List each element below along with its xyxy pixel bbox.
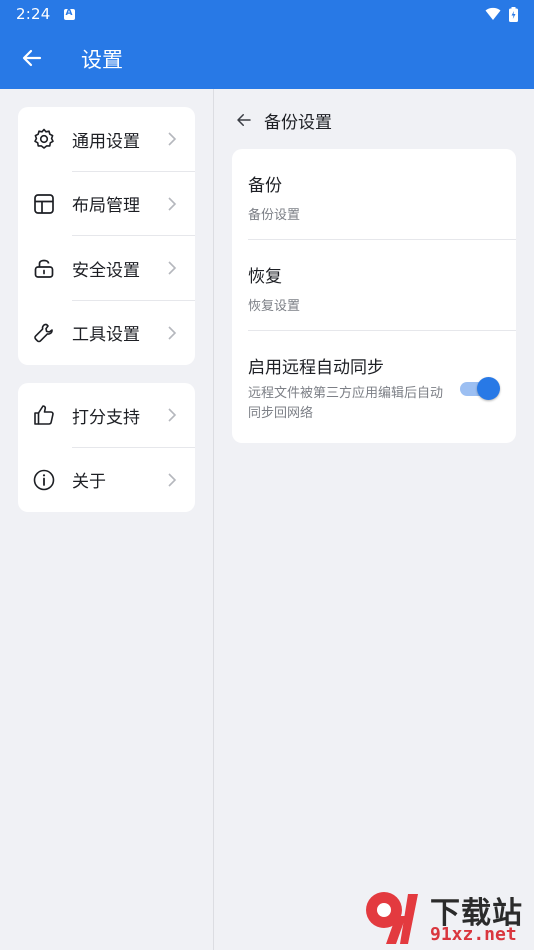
setting-subtitle: 远程文件被第三方应用编辑后自动同步回网络 (248, 386, 444, 421)
wifi-icon (485, 7, 501, 20)
lock-icon (34, 259, 54, 279)
gear-icon (34, 128, 54, 150)
menu-card-main: 通用设置 布局管理 安全设置 工具设置 (18, 107, 195, 365)
menu-label: 安全设置 (72, 260, 140, 281)
menu-item-general[interactable]: 通用设置 (18, 107, 195, 172)
wrench-icon (34, 323, 53, 343)
watermark: 下载站 91xz.net (362, 884, 534, 950)
status-right (485, 6, 518, 22)
menu-item-rate[interactable]: 打分支持 (18, 383, 195, 448)
menu-label: 通用设置 (72, 131, 140, 152)
remote-sync-toggle[interactable] (460, 377, 500, 400)
menu-card-misc: 打分支持 关于 (18, 383, 195, 512)
detail-title: 备份设置 (264, 112, 332, 133)
setting-subtitle: 备份设置 (248, 208, 301, 223)
chevron-right-icon (168, 132, 177, 146)
page-title: 设置 (81, 48, 123, 72)
back-arrow-icon[interactable] (20, 46, 44, 70)
setting-backup[interactable]: 备份 备份设置 (232, 149, 516, 240)
menu-label: 工具设置 (72, 325, 140, 346)
status-time: 2:24 (16, 5, 51, 23)
back-arrow-icon[interactable] (235, 111, 253, 129)
toggle-knob (477, 377, 500, 400)
menu-item-about[interactable]: 关于 (18, 448, 195, 513)
menu-label: 布局管理 (72, 196, 140, 217)
chevron-right-icon (168, 408, 177, 422)
layout-icon (34, 193, 54, 214)
notification-a-icon (64, 8, 76, 20)
pane-divider (213, 89, 214, 950)
menu-item-tools[interactable]: 工具设置 (18, 301, 195, 366)
setting-title: 启用远程自动同步 (248, 358, 384, 378)
menu-item-security[interactable]: 安全设置 (18, 236, 195, 301)
menu-label: 打分支持 (72, 407, 140, 428)
watermark-text-bottom: 91xz.net (430, 924, 517, 945)
watermark-logo-icon (366, 892, 418, 944)
menu-label: 关于 (72, 472, 106, 493)
setting-subtitle: 恢复设置 (248, 299, 301, 314)
chevron-right-icon (168, 261, 177, 275)
chevron-right-icon (168, 197, 177, 211)
chevron-right-icon (168, 473, 177, 487)
setting-title: 恢复 (248, 267, 282, 287)
thumbs-up-icon (34, 405, 54, 426)
setting-restore[interactable]: 恢复 恢复设置 (232, 240, 516, 331)
setting-title: 备份 (248, 176, 282, 196)
info-icon (33, 469, 55, 491)
battery-icon (509, 6, 518, 22)
setting-remote-sync[interactable]: 启用远程自动同步 远程文件被第三方应用编辑后自动同步回网络 (232, 331, 516, 443)
backup-settings-card: 备份 备份设置 恢复 恢复设置 启用远程自动同步 远程文件被第三方应用编辑后自动… (232, 149, 516, 443)
app-bar: 设置 (0, 28, 534, 89)
detail-header: 备份设置 (235, 106, 332, 134)
chevron-right-icon (168, 326, 177, 340)
status-bar: 2:24 (0, 0, 534, 28)
menu-item-layout[interactable]: 布局管理 (18, 172, 195, 236)
